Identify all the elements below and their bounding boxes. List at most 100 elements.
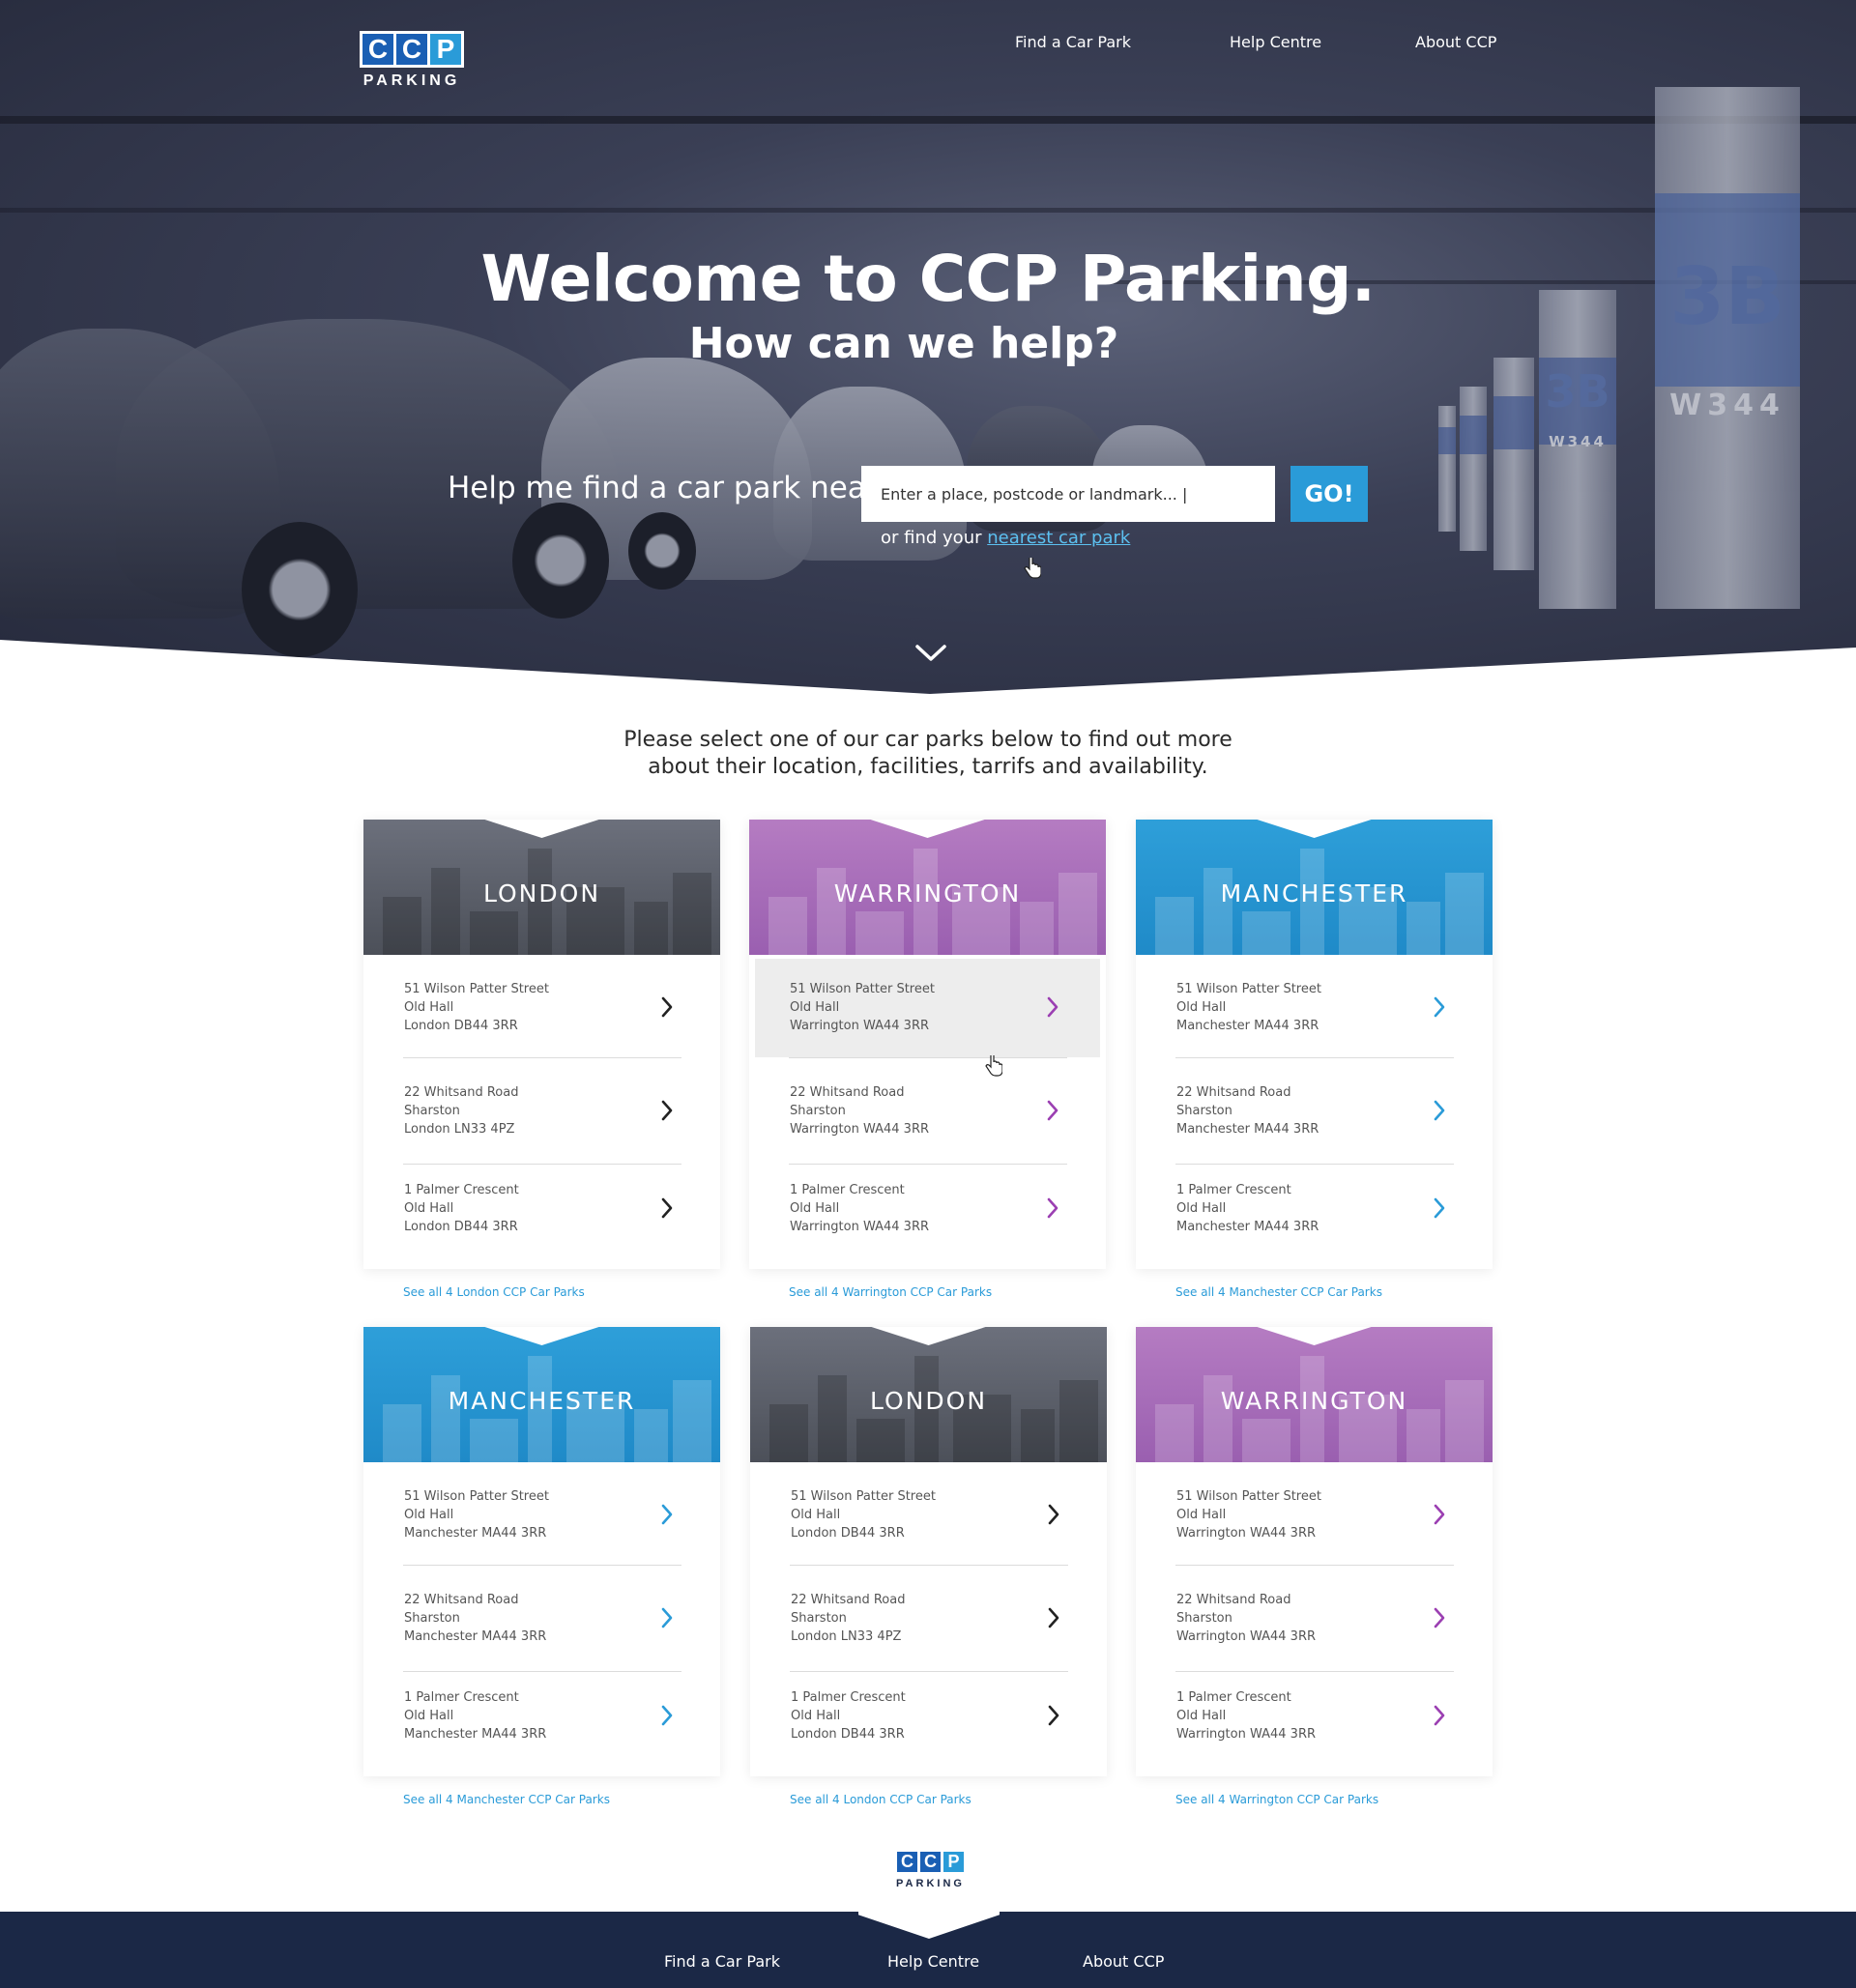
go-button[interactable]: GO! [1290,466,1368,522]
nearest-car-park-link[interactable]: nearest car park [987,528,1130,548]
city-name: MANCHESTER [448,1387,636,1415]
chevron-right-icon[interactable] [1047,1704,1060,1727]
chevron-right-icon[interactable] [660,1704,674,1727]
see-all-car-parks-link[interactable]: See all 4 Warrington CCP Car Parks [1175,1793,1378,1806]
car-park-address-row[interactable]: 51 Wilson Patter Street Old Hall Mancheste… [369,1466,714,1565]
card-header-image[interactable]: MANCHESTER [1136,820,1493,955]
car-park-address-row[interactable]: 51 Wilson Patter Street Old Hall Mancheste… [1142,959,1487,1057]
see-all-car-parks-link[interactable]: See all 4 Warrington CCP Car Parks [789,1285,992,1299]
chevron-right-icon[interactable] [1433,1196,1446,1220]
logo-word: PARKING [362,72,461,89]
footer-nav-find-car-park[interactable]: Find a Car Park [664,1952,780,1971]
address-line: London DB44 3RR [791,1526,905,1541]
chevron-down-icon[interactable] [914,644,947,663]
skyline-building [470,1419,518,1462]
car-park-card-manchester: MANCHESTER 51 Wilson Patter Street Old Hal… [363,1327,720,1776]
card-header-image[interactable]: MANCHESTER [363,1327,720,1462]
skyline-building [1242,911,1290,955]
address-line: Warrington WA44 3RR [790,1019,930,1033]
car-park-card-london: LONDON 51 Wilson Patter Street Old Hall Lon… [363,820,720,1269]
chevron-right-icon[interactable] [1433,1606,1446,1629]
skyline-building [1242,1419,1290,1462]
address-line: London DB44 3RR [791,1727,905,1742]
see-all-car-parks-link[interactable]: See all 4 London CCP Car Parks [403,1285,585,1299]
logo-word: PARKING [896,1878,965,1889]
car-park-address-row[interactable]: 22 Whitsand Road Sharston London LN33 4PZ [756,1570,1101,1668]
hand-cursor-icon [1024,558,1041,579]
logo-letter: P [430,34,461,65]
chevron-right-icon[interactable] [1047,1503,1060,1526]
nav-about-ccp[interactable]: About CCP [1415,33,1496,51]
chevron-right-icon[interactable] [1433,1099,1446,1122]
car-park-address-row[interactable]: 22 Whitsand Road Sharston Manchester MA44 … [369,1570,714,1668]
chevron-right-icon[interactable] [1046,1099,1059,1122]
car-park-address-row[interactable]: 1 Palmer Crescent Old Hall London DB44 3RR [756,1667,1101,1766]
chevron-right-icon[interactable] [660,1196,674,1220]
row-divider [790,1565,1068,1566]
car-park-address-row[interactable]: 1 Palmer Crescent Old Hall Warrington WA44… [1142,1667,1487,1766]
card-header-image[interactable]: WARRINGTON [1136,1327,1493,1462]
card-header-image[interactable]: WARRINGTON [749,820,1106,955]
chevron-right-icon[interactable] [1433,995,1446,1019]
intro-line: Please select one of our car parks below… [624,728,1232,752]
car-park-address-row[interactable]: 1 Palmer Crescent Old Hall Manchester MA44… [1142,1160,1487,1258]
car-park-address-row[interactable]: 22 Whitsand Road Sharston Warrington WA44 … [1142,1570,1487,1668]
car-park-address-row[interactable]: 51 Wilson Patter Street Old Hall Warringto… [1142,1466,1487,1565]
chevron-right-icon[interactable] [1046,995,1059,1019]
car-park-address-row[interactable]: 1 Palmer Crescent Old Hall Manchester MA44… [369,1667,714,1766]
card-header-image[interactable]: LONDON [363,820,720,955]
see-all-car-parks-link[interactable]: See all 4 Manchester CCP Car Parks [1175,1285,1382,1299]
city-name: WARRINGTON [1220,1387,1408,1415]
see-all-car-parks-link[interactable]: See all 4 London CCP Car Parks [790,1793,972,1806]
car-park-address-row[interactable]: 22 Whitsand Road Sharston London LN33 4PZ [369,1062,714,1161]
chevron-right-icon[interactable] [660,995,674,1019]
car-park-address-row[interactable]: 51 Wilson Patter Street Old Hall London DB… [369,959,714,1057]
skyline-building [470,911,518,955]
car-park-address-row[interactable]: 51 Wilson Patter Street Old Hall London DB… [756,1466,1101,1565]
car-park-address-row[interactable]: 22 Whitsand Road Sharston Warrington WA44 … [755,1062,1100,1161]
search-input[interactable] [861,466,1275,522]
skyline-building [1021,1409,1055,1462]
address-line: Warrington WA44 3RR [790,1122,930,1137]
footer-nav-help-centre[interactable]: Help Centre [887,1952,979,1971]
chevron-right-icon[interactable] [1046,1196,1059,1220]
chevron-right-icon[interactable] [1047,1606,1060,1629]
car-park-card-warrington: WARRINGTON 51 Wilson Patter Street Old Hal… [1136,1327,1493,1776]
nearest-car-park-prompt: or find your nearest car park [881,528,1130,548]
skyline-building [634,1409,668,1462]
search-label: Help me find a car park near [448,471,879,505]
row-divider [1175,1057,1454,1058]
car-park-address-row[interactable]: 22 Whitsand Road Sharston Manchester MA44 … [1142,1062,1487,1161]
city-name: LONDON [869,1387,988,1415]
footer-ccp-logo[interactable]: C C P PARKING [894,1849,967,1889]
logo-letter: C [920,1852,941,1872]
hero-subtitle: How can we help? [688,319,1119,368]
car-park-card-manchester: MANCHESTER 51 Wilson Patter Street Old Hal… [1136,820,1493,1269]
row-divider [403,1057,682,1058]
skyline-building [856,911,904,955]
car-park-address-row[interactable]: 51 Wilson Patter Street Old Hall Warringto… [755,959,1100,1057]
chevron-right-icon[interactable] [660,1099,674,1122]
see-all-car-parks-link[interactable]: See all 4 Manchester CCP Car Parks [403,1793,610,1806]
address-line: Warrington WA44 3RR [1176,1629,1317,1644]
chevron-right-icon[interactable] [1433,1503,1446,1526]
card-header-image[interactable]: LONDON [750,1327,1107,1462]
address-line: Warrington WA44 3RR [790,1220,930,1234]
car-park-address-row[interactable]: 1 Palmer Crescent Old Hall London DB44 3RR [369,1160,714,1258]
address-line: London DB44 3RR [404,1019,518,1033]
car-park-card-london: LONDON 51 Wilson Patter Street Old Hall Lon… [750,1327,1107,1776]
car-park-address-row[interactable]: 1 Palmer Crescent Old Hall Warrington WA44… [755,1160,1100,1258]
chevron-right-icon[interactable] [1433,1704,1446,1727]
address-line: Manchester MA44 3RR [1176,1122,1320,1137]
intro-text: Please select one of our car parks below… [541,727,1315,781]
city-name: LONDON [482,879,601,908]
city-name: WARRINGTON [833,879,1022,908]
ccp-logo[interactable]: C C P PARKING [360,31,464,90]
footer-nav-about-ccp[interactable]: About CCP [1083,1952,1164,1971]
logo-letter: P [943,1852,964,1872]
nav-find-car-park[interactable]: Find a Car Park [1015,33,1131,51]
chevron-right-icon[interactable] [660,1503,674,1526]
chevron-right-icon[interactable] [660,1606,674,1629]
nav-help-centre[interactable]: Help Centre [1230,33,1321,51]
skyline-building [1406,902,1440,955]
